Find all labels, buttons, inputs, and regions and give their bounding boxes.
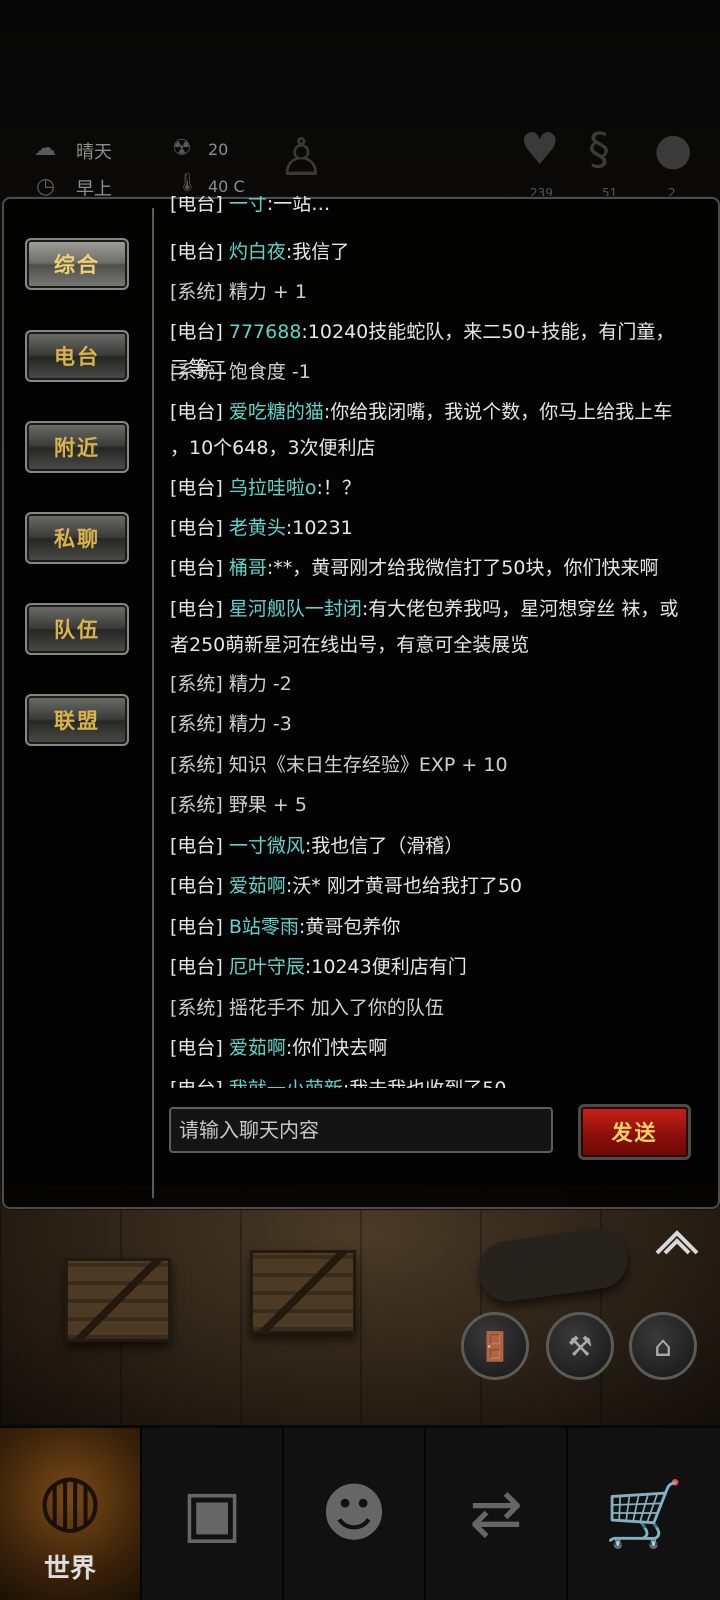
chat-message: [系统] 精力 + 1 xyxy=(170,281,307,303)
sender-name[interactable]: 爱茹啊 xyxy=(229,875,286,897)
sender-name[interactable]: 爱吃糖的猫 xyxy=(229,401,324,423)
heart-icon: ♥ xyxy=(520,124,560,175)
head-gear-icon: ☻ xyxy=(320,1477,388,1551)
chat-message: [电台] 灼白夜:我信了 xyxy=(170,241,350,263)
chat-message: [系统] 野果 + 5 xyxy=(170,794,307,816)
chat-divider xyxy=(152,208,154,1198)
chat-message: [电台] 爱茹啊:你们快去啊 xyxy=(170,1037,388,1059)
sender-name[interactable]: 我就一小萌新 xyxy=(229,1078,343,1088)
crate-middle[interactable] xyxy=(250,1250,356,1334)
sender-name[interactable]: 灼白夜 xyxy=(229,241,286,263)
sender-name[interactable]: 桶哥 xyxy=(229,557,267,579)
sender-name[interactable]: 星河舰队一封闭 xyxy=(229,598,362,620)
chat-message: [电台] 一寸微风:我也信了（滑稽） xyxy=(170,835,464,857)
chat-message: [系统] 摇花手不 加入了你的队伍 xyxy=(170,997,444,1019)
chat-message: [系统] 精力 -3 xyxy=(170,713,292,735)
nav-tab-world-label: 世界 xyxy=(43,1554,96,1584)
chat-message: [系统] 知识《末日生存经验》EXP + 10 xyxy=(170,754,508,776)
chat-message: [电台] B站零雨:黄哥包养你 xyxy=(170,916,401,938)
nav-tab-shop[interactable]: 🛒 xyxy=(568,1428,720,1600)
chat-message: [电台] 桶哥:**，黄哥刚才给我微信打了50块，你们快来啊 xyxy=(170,557,659,579)
weather-icon: ☁ xyxy=(34,136,56,161)
thermometer-icon: 🌡 xyxy=(176,172,199,193)
tab-team[interactable]: 队伍 xyxy=(25,603,129,655)
sender-name[interactable]: 厄叶守辰 xyxy=(229,956,305,978)
chat-message: [系统] 精力 -2 xyxy=(170,673,292,695)
chat-message: [电台] 一寸:一站… xyxy=(170,196,690,222)
sender-name[interactable]: 一寸 xyxy=(229,196,267,215)
home-settings-button[interactable]: ⌂ xyxy=(629,1312,697,1380)
nav-tab-skills[interactable]: ☻ xyxy=(284,1428,426,1600)
nav-tab-inventory[interactable]: ▣ xyxy=(142,1428,284,1600)
chat-message: [电台] 厄叶守辰:10243便利店有门 xyxy=(170,956,467,978)
chat-message: [电台] 乌拉哇啦o:！？ xyxy=(170,477,361,499)
send-button[interactable]: 发送 xyxy=(578,1104,691,1160)
tab-nearby[interactable]: 附近 xyxy=(25,421,129,473)
globe-icon: ◍ xyxy=(38,1457,102,1541)
tab-general[interactable]: 综合 xyxy=(25,238,129,290)
sender-name[interactable]: 老黄头 xyxy=(229,517,286,539)
bottom-navigation: ◍ 世界 ▣ ☻ ⇄ 🛒 xyxy=(0,1428,720,1600)
cart-icon: 🛒 xyxy=(604,1477,684,1552)
expand-up-icon[interactable] xyxy=(654,1225,700,1257)
exit-door-button[interactable]: 🚪 xyxy=(461,1312,529,1380)
nav-tab-trade[interactable]: ⇄ xyxy=(426,1428,568,1600)
crate-left[interactable] xyxy=(65,1258,171,1342)
build-hammer-button[interactable]: ⚒ xyxy=(546,1312,614,1380)
chat-input[interactable] xyxy=(169,1107,553,1153)
tab-radio[interactable]: 电台 xyxy=(25,330,129,382)
tab-private[interactable]: 私聊 xyxy=(25,512,129,564)
tab-alliance[interactable]: 联盟 xyxy=(25,694,129,746)
sender-name[interactable]: 乌拉哇啦o xyxy=(229,477,317,499)
chat-message: [电台] 我就一小萌新:我去我也收到了50 xyxy=(170,1071,690,1088)
radiation-icon: ☢ xyxy=(172,136,192,161)
weather-label: 晴天 xyxy=(76,142,112,163)
stomach-icon: § xyxy=(588,124,610,175)
mind-icon: ● xyxy=(654,124,693,175)
sender-name[interactable]: 爱茹啊 xyxy=(229,1037,286,1059)
chat-message: [电台] 爱茹啊:沃* 刚才黄哥也给我打了50 xyxy=(170,875,523,897)
chat-message-list[interactable]: [电台] 一寸:一站… [电台] 灼白夜:我信了 [系统] 精力 + 1 [电台… xyxy=(160,196,695,1088)
exchange-icon: ⇄ xyxy=(469,1477,523,1551)
chat-message: [电台] 星河舰队一封闭:有大佬包养我吗，星河想穿丝 袜，或 者250萌新星河在… xyxy=(170,598,679,656)
clock-icon: ◷ xyxy=(36,174,56,199)
chat-message: [系统] 饱食度 -1 xyxy=(170,361,311,383)
sender-name[interactable]: 777688 xyxy=(229,321,302,343)
character-body-icon: ♙ xyxy=(278,128,325,188)
nav-tab-world[interactable]: ◍ 世界 xyxy=(0,1428,142,1600)
backpack-icon: ▣ xyxy=(181,1477,243,1551)
chat-message: [电台] 老黄头:10231 xyxy=(170,517,353,539)
sender-name[interactable]: B站零雨 xyxy=(229,916,299,938)
temperature-value: 40 C xyxy=(208,177,245,196)
radiation-value: 20 xyxy=(208,140,229,159)
chat-message: [电台] 爱吃糖的猫:你给我闭嘴，我说个数，你马上给我上车 ，10个648，3次… xyxy=(170,401,673,459)
sender-name[interactable]: 一寸微风 xyxy=(229,835,305,857)
